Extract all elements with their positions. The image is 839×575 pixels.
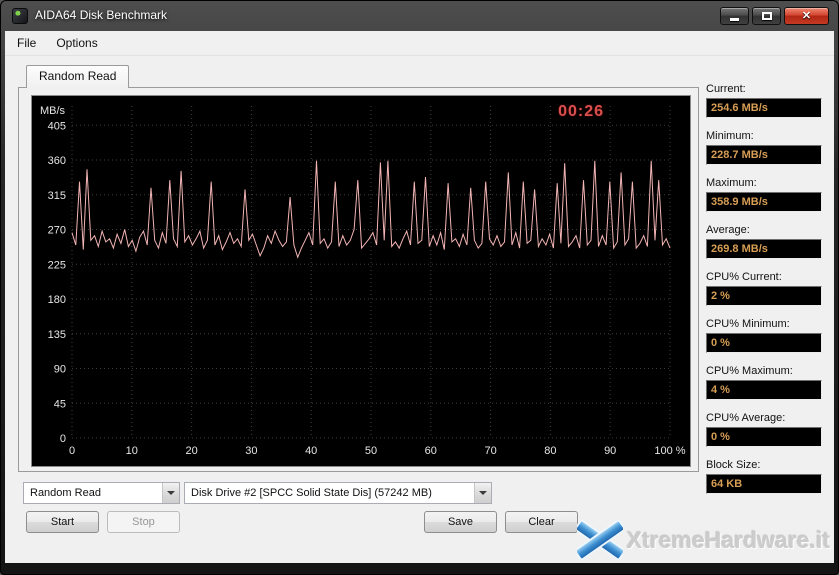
svg-text:80: 80 [544,445,556,457]
stat-value: 0 % [706,427,822,447]
stat-value: 64 KB [706,474,822,494]
stat-row: Block Size: 64 KB [706,459,822,494]
svg-text:270: 270 [48,225,66,237]
svg-text:225: 225 [48,259,66,271]
drive-select[interactable]: Disk Drive #2 [SPCC Solid State Dis] (57… [184,482,492,504]
svg-text:180: 180 [48,294,66,306]
stat-label: Current: [706,83,822,95]
stat-value: 4 % [706,380,822,400]
stat-label: Block Size: [706,459,822,471]
stop-button[interactable]: Stop [107,511,180,533]
svg-text:90: 90 [604,445,616,457]
stat-row: CPU% Current: 2 % [706,271,822,306]
titlebar[interactable]: AIDA64 Disk Benchmark ✕ [1,1,838,31]
test-type-select[interactable]: Random Read [23,482,180,504]
benchmark-chart: 405 360 315 270 225 180 135 90 45 00 10 20 30 40 50 60 7… [32,96,690,466]
menu-item-options[interactable]: Options [48,32,105,54]
chevron-down-icon [474,483,491,503]
stat-label: Average: [706,224,822,236]
svg-text:45: 45 [54,398,66,410]
stat-value: 269.8 MB/s [706,239,822,259]
stat-row: CPU% Average: 0 % [706,412,822,447]
stat-row: Average: 269.8 MB/s [706,224,822,259]
window-body: File Options Random Read 405 360 315 270 225… [5,31,834,563]
svg-text:50: 50 [365,445,377,457]
close-button[interactable]: ✕ [784,7,829,25]
svg-text:40: 40 [305,445,317,457]
svg-text:30: 30 [245,445,257,457]
close-icon: ✕ [802,11,811,22]
caption-buttons: ✕ [720,7,829,25]
maximize-button[interactable] [752,7,781,25]
stat-row: Minimum: 228.7 MB/s [706,130,822,165]
minimize-icon [730,18,739,21]
stat-label: CPU% Minimum: [706,318,822,330]
svg-text:70: 70 [484,445,496,457]
chart-panel: 405 360 315 270 225 180 135 90 45 00 10 20 30 40 50 60 7… [31,95,691,467]
chevron-down-icon [162,483,179,503]
stat-row: CPU% Maximum: 4 % [706,365,822,400]
start-button[interactable]: Start [26,511,99,533]
svg-text:0: 0 [69,445,75,457]
stat-value: 228.7 MB/s [706,145,822,165]
maximize-icon [762,12,772,20]
drive-select-value: Disk Drive #2 [SPCC Solid State Dis] (57… [185,487,474,499]
stat-value: 2 % [706,286,822,306]
svg-text:10: 10 [126,445,138,457]
stat-label: CPU% Maximum: [706,365,822,377]
svg-text:135: 135 [48,329,66,341]
menu-item-file[interactable]: File [9,32,44,54]
test-type-value: Random Read [24,487,162,499]
watermark: XtremeHardware.it [577,519,830,561]
stat-label: CPU% Current: [706,271,822,283]
svg-text:60: 60 [425,445,437,457]
svg-text:0: 0 [60,433,66,445]
stat-row: Current: 254.6 MB/s [706,83,822,118]
watermark-text: XtremeHardware.it [627,527,830,554]
stat-value: 254.6 MB/s [706,98,822,118]
chart-timer: 00:26 [558,103,604,121]
svg-text:20: 20 [185,445,197,457]
svg-text:MB/s: MB/s [40,105,66,117]
stat-row: Maximum: 358.9 MB/s [706,177,822,212]
stat-label: Minimum: [706,130,822,142]
menu-bar: File Options [5,31,834,56]
svg-text:405: 405 [48,120,66,132]
app-window: AIDA64 Disk Benchmark ✕ File Options Ran… [0,0,839,575]
tab-page: 405 360 315 270 225 180 135 90 45 00 10 20 30 40 50 60 7… [18,87,699,472]
stats-panel: Current: 254.6 MB/s Minimum: 228.7 MB/s … [706,83,822,506]
stat-row: CPU% Minimum: 0 % [706,318,822,353]
save-button[interactable]: Save [424,511,497,533]
svg-text:315: 315 [48,190,66,202]
window-title: AIDA64 Disk Benchmark [35,8,167,22]
app-icon [12,8,28,24]
clear-button[interactable]: Clear [505,511,578,533]
stat-value: 0 % [706,333,822,353]
stat-label: Maximum: [706,177,822,189]
tab-random-read[interactable]: Random Read [26,65,129,88]
svg-text:90: 90 [54,364,66,376]
svg-text:360: 360 [48,155,66,167]
watermark-logo-icon [577,519,623,561]
minimize-button[interactable] [720,7,749,25]
stat-value: 358.9 MB/s [706,192,822,212]
svg-text:100 %: 100 % [654,445,685,457]
stat-label: CPU% Average: [706,412,822,424]
